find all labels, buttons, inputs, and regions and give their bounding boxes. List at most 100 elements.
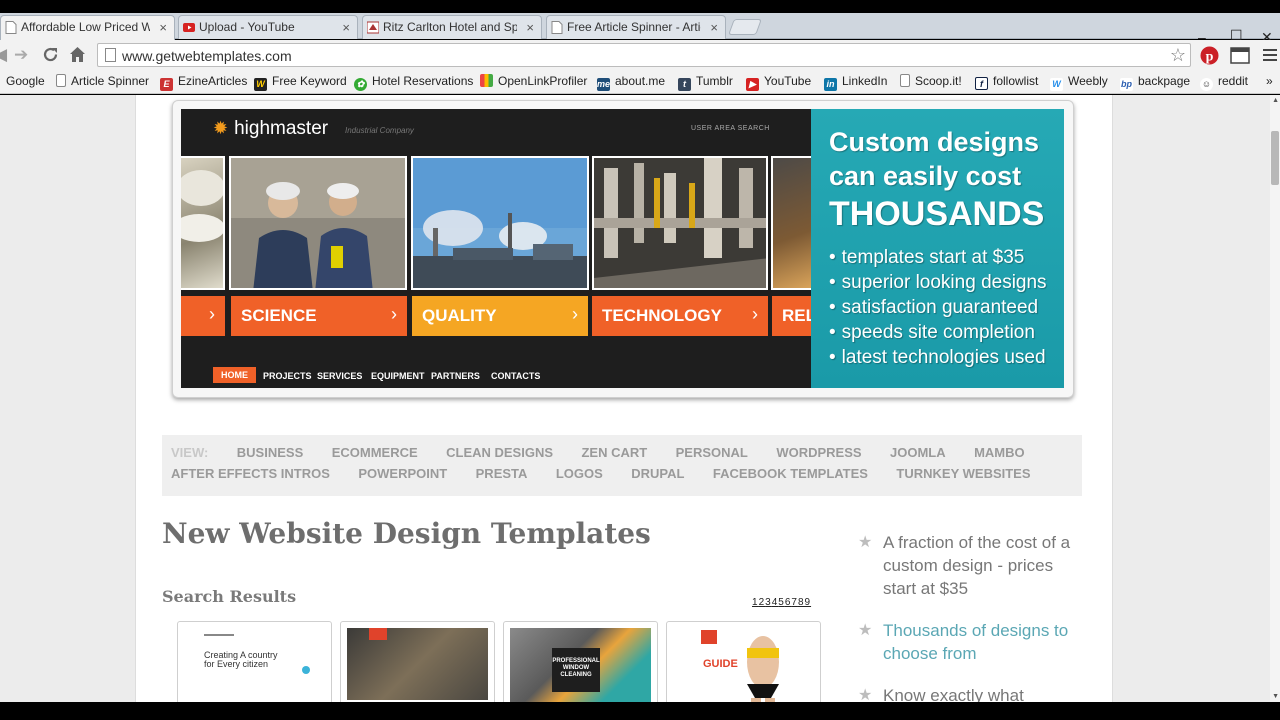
bookmark-ezinearticles[interactable]: E EzineArticles [160,74,247,91]
close-icon[interactable]: × [526,20,534,35]
slide-image-left [181,156,225,290]
url-text[interactable]: www.getwebtemplates.com [122,48,292,64]
bookmark-reddit[interactable]: ☺ reddit [1200,74,1248,91]
template-thumb[interactable]: Creating A country for Every citizen [177,621,332,711]
category-business[interactable]: BUSINESS [237,445,303,460]
back-icon[interactable]: ◀ [0,45,7,65]
hero-nav-equipment[interactable]: EQUIPMENT [371,371,425,381]
slide-bar-science[interactable]: SCIENCE › [231,296,407,336]
youtube-icon: ▶ [746,78,759,91]
template-thumb[interactable] [340,621,495,711]
thumb-preview: GUIDE [673,628,814,710]
promo-bullets: templates start at $35 superior looking … [829,245,1064,370]
category-wordpress[interactable]: WORDPRESS [776,445,861,460]
linkedin-icon: in [824,78,837,91]
thumb-logo [204,634,234,636]
bookmark-label: Free Keyword [272,74,347,88]
scroll-up-icon[interactable]: ▲ [1272,97,1279,104]
close-icon[interactable]: × [159,20,167,35]
slide-bar-reli[interactable]: RELI [772,296,811,336]
bookmark-backpage[interactable]: bp backpage [1120,74,1190,91]
tumblr-icon: t [678,78,691,91]
bookmark-article-spinner[interactable]: Article Spinner [56,74,149,88]
bookmark-about-me[interactable]: me about.me [597,74,665,91]
hero-nav-projects[interactable]: PROJECTS [263,371,312,381]
slide-bar-quality[interactable]: QUALITY › [412,296,588,336]
page-info-icon[interactable] [105,48,116,62]
bookmarks-overflow-button[interactable]: » [1266,74,1273,88]
slide-bar-technology[interactable]: TECHNOLOGY › [592,296,768,336]
browser-toolbar: ◀ ➔ www.getwebtemplates.com ☆ p [0,40,1280,70]
scroll-down-icon[interactable]: ▼ [1272,693,1279,700]
promo-panel[interactable]: Custom designs can easily cost THOUSANDS… [811,109,1064,388]
bookmark-linkedin[interactable]: in LinkedIn [824,74,887,91]
category-facebook-templates[interactable]: FACEBOOK TEMPLATES [713,466,868,481]
chevron-right-icon: › [752,304,758,324]
slide-bar-left[interactable]: › [181,296,225,336]
promo-line-1: Custom designs [829,127,1040,157]
new-tab-button[interactable] [728,19,762,35]
chevron-right-icon: › [391,304,397,324]
close-icon[interactable]: × [710,20,718,35]
bookmark-weebly[interactable]: W Weebly [1050,74,1108,91]
category-zen-cart[interactable]: ZEN CART [581,445,647,460]
scrollbar[interactable]: ▲ ▼ [1270,95,1280,702]
category-presta[interactable]: PRESTA [476,466,528,481]
bookmark-tumblr[interactable]: t Tumblr [678,74,733,91]
svg-text:p: p [1206,50,1214,65]
scrollbar-thumb[interactable] [1271,131,1279,185]
tab-title: Free Article Spinner - Artic [567,20,701,34]
home-icon[interactable] [69,46,86,63]
category-turnkey-websites[interactable]: TURNKEY WEBSITES [896,466,1030,481]
bookmark-star-icon[interactable]: ☆ [1170,45,1186,66]
address-bar[interactable]: www.getwebtemplates.com ☆ [97,43,1191,67]
bookmark-youtube[interactable]: ▶ YouTube [746,74,811,91]
chevron-right-icon: › [209,304,215,324]
tab-affordable[interactable]: Affordable Low Priced We × [0,15,175,40]
tab-article-spinner[interactable]: Free Article Spinner - Artic × [546,15,726,39]
bookmark-openlinkprofiler[interactable]: OpenLinkProfiler [480,74,587,88]
ezine-icon: E [160,78,173,91]
category-clean-designs[interactable]: CLEAN DESIGNS [446,445,553,460]
benefit-item[interactable]: ★ Thousands of designs to choose from [858,619,1078,665]
bookmark-scoopit[interactable]: Scoop.it! [900,74,962,88]
pipes-image [594,158,766,288]
hotel-icon [367,21,379,34]
category-mambo[interactable]: MAMBO [974,445,1025,460]
bookmark-free-keyword[interactable]: W Free Keyword [254,74,347,91]
page-icon [5,21,17,34]
hero-nav-partners[interactable]: PARTNERS [431,371,480,381]
category-personal[interactable]: PERSONAL [676,445,748,460]
thumb-preview: PROFESSIONAL WINDOW CLEANING [510,628,651,710]
template-preview[interactable]: ✹ highmaster Industrial Company USER AREA… [181,109,811,388]
close-icon[interactable]: × [342,20,350,35]
page-link[interactable]: 9 [805,597,812,608]
bookmark-google[interactable]: Google [6,74,45,88]
bookmark-label: OpenLinkProfiler [498,74,588,88]
benefit-text[interactable]: Thousands of designs to choose from [883,621,1068,663]
category-joomla[interactable]: JOOMLA [890,445,946,460]
template-thumb[interactable]: PROFESSIONAL WINDOW CLEANING [503,621,658,711]
bookmarks-bar: Google Article Spinner E EzineArticles WF… [0,70,1280,94]
extension-icon[interactable] [1230,47,1250,64]
category-logos[interactable]: LOGOS [556,466,603,481]
hero-nav-contacts[interactable]: CONTACTS [491,371,540,381]
followlist-icon: f [975,77,988,90]
hero-nav-home[interactable]: HOME [213,367,256,383]
pinterest-icon[interactable]: p [1200,46,1219,65]
category-drupal[interactable]: DRUPAL [631,466,684,481]
hero-nav-services[interactable]: SERVICES [317,371,362,381]
bookmark-followlist[interactable]: f followlist [975,74,1038,90]
category-powerpoint[interactable]: POWERPOINT [358,466,447,481]
bookmark-hotel-reservations[interactable]: ✿ Hotel Reservations [354,74,473,91]
tab-youtube[interactable]: Upload - YouTube × [178,15,358,39]
bookmark-label: EzineArticles [178,74,248,88]
reload-icon[interactable] [42,46,59,63]
template-thumb[interactable]: GUIDE [666,621,821,711]
category-after-effects-intros[interactable]: AFTER EFFECTS INTROS [171,466,330,481]
tab-ritz[interactable]: Ritz Carlton Hotel and Spa × [362,15,542,39]
weebly-icon: W [1050,78,1063,91]
menu-icon[interactable] [1263,48,1277,62]
category-ecommerce[interactable]: ECOMMERCE [332,445,418,460]
forward-icon[interactable]: ➔ [14,45,28,65]
